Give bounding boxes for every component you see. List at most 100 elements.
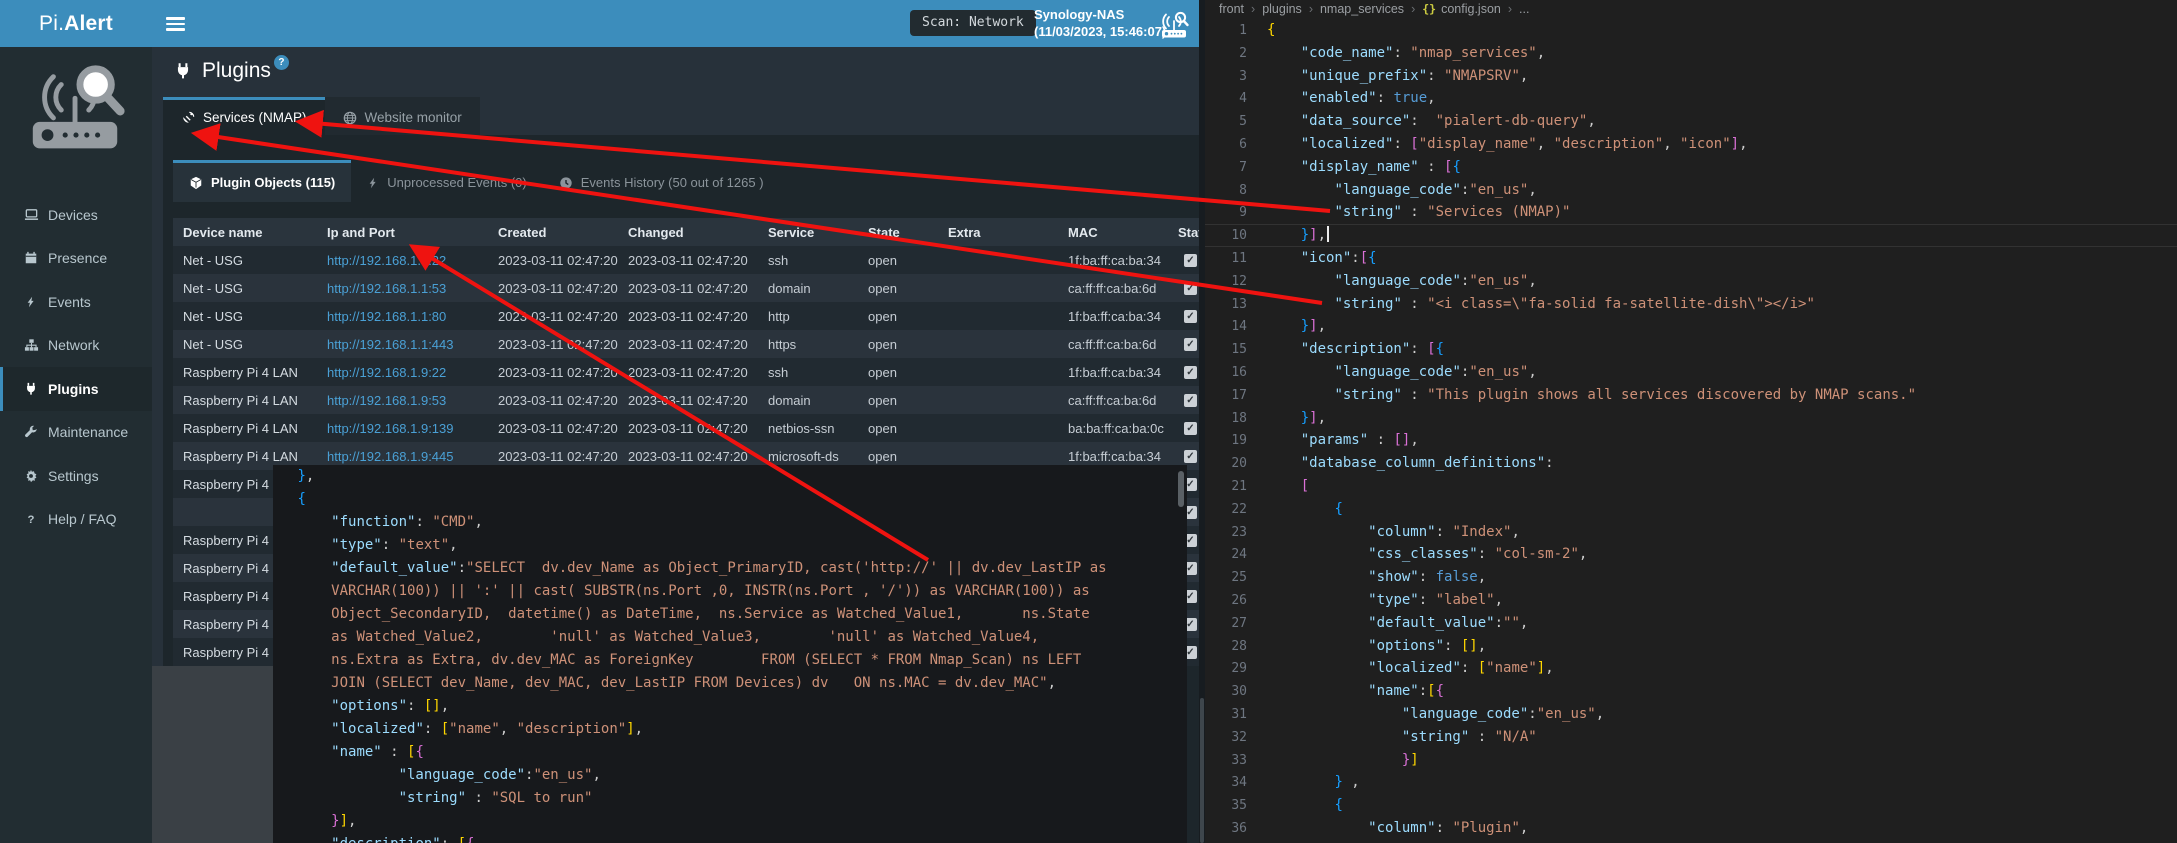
plug-icon — [174, 61, 192, 86]
code-line: 9 "string" : "Services (NMAP)" — [1205, 201, 2177, 224]
device-name-cell: Raspberry Pi 4 LAN — [173, 449, 317, 464]
sidebar-item-presence[interactable]: Presence — [0, 237, 152, 281]
hamburger-menu-icon[interactable] — [166, 17, 185, 31]
laptop-icon — [22, 207, 40, 222]
page-scrollbar-thumb[interactable] — [1200, 698, 1204, 843]
tab-plugin-objects-115[interactable]: Plugin Objects (115) — [173, 160, 351, 202]
code-line: 8 "language_code":"en_us", — [1205, 179, 2177, 202]
tab-events-history-50-out-of-1265[interactable]: Events History (50 out of 1265 ) — [543, 160, 780, 202]
code-line: 10 }], — [1205, 224, 2177, 247]
sidebar-item-events[interactable]: Events — [0, 280, 152, 324]
question-icon: ? — [22, 512, 40, 526]
ip-port-cell: http://192.168.1.1:443 — [317, 337, 488, 352]
top-bar: Pi.Alert Scan: Network Synology-NAS (11/… — [0, 0, 1199, 47]
code-line: 25 "show": false, — [1205, 566, 2177, 589]
sidebar-item-settings[interactable]: Settings — [0, 454, 152, 498]
status-checkbox[interactable]: ✓ — [1184, 282, 1197, 295]
column-header-service[interactable]: Service — [758, 225, 858, 240]
service-cell: netbios-ssn — [758, 421, 858, 436]
ip-port-link[interactable]: http://192.168.1.9:139 — [327, 421, 454, 436]
status-cell: ✓ — [1168, 394, 1199, 407]
created-cell: 2023-03-11 02:47:20 — [488, 449, 618, 464]
column-header-mac[interactable]: MAC — [1058, 225, 1168, 240]
line-number: 21 — [1205, 476, 1267, 499]
service-cell: https — [758, 337, 858, 352]
code-line: 24 "css_classes": "col-sm-2", — [1205, 543, 2177, 566]
plugin-object-tabs: Plugin Objects (115) Unprocessed Events (… — [173, 160, 780, 202]
bolt-icon — [22, 295, 40, 309]
sidebar-item-label: Network — [48, 337, 99, 353]
page-scrollbar[interactable] — [1199, 0, 1205, 843]
ip-port-link[interactable]: http://192.168.1.1:53 — [327, 281, 446, 296]
service-cell: microsoft-ds — [758, 449, 858, 464]
column-header-state[interactable]: State — [858, 225, 938, 240]
column-header-created[interactable]: Created — [488, 225, 618, 240]
tab-website-monitor[interactable]: Website monitor — [325, 97, 480, 135]
globe-icon — [343, 111, 357, 125]
code-line: 7 "display_name" : [{ — [1205, 156, 2177, 179]
ip-port-link[interactable]: http://192.168.1.9:53 — [327, 393, 446, 408]
clock-icon — [559, 176, 573, 190]
code-line: 34 } , — [1205, 771, 2177, 794]
breadcrumb-item-plugins[interactable]: plugins — [1262, 2, 1302, 16]
mac-cell: 1f:ba:ff:ca:ba:34 — [1058, 365, 1168, 380]
app-brand[interactable]: Pi.Alert — [0, 0, 152, 47]
help-badge[interactable]: ? — [274, 55, 289, 70]
breadcrumb-item-front[interactable]: front — [1219, 2, 1244, 16]
line-number: 6 — [1205, 134, 1267, 157]
tab-unprocessed-events-0[interactable]: Unprocessed Events (0) — [351, 160, 542, 202]
tab-label: Unprocessed Events (0) — [387, 175, 526, 190]
device-name-cell: Raspberry Pi 4 LAN — [173, 421, 317, 436]
code-line: 32 "string" : "N/A" — [1205, 726, 2177, 749]
sidebar-item-help-faq[interactable]: ?Help / FAQ — [0, 498, 152, 542]
breadcrumb-item-nmap-services[interactable]: nmap_services — [1320, 2, 1404, 16]
breadcrumb-item--[interactable]: ... — [1519, 2, 1529, 16]
status-checkbox[interactable]: ✓ — [1184, 450, 1197, 463]
code-line: "name" : [{ — [273, 741, 1187, 764]
column-header-status[interactable]: Status — [1168, 225, 1199, 240]
ip-port-link[interactable]: http://192.168.1.9:445 — [327, 449, 454, 464]
status-checkbox[interactable]: ✓ — [1184, 310, 1197, 323]
status-checkbox[interactable]: ✓ — [1184, 394, 1197, 407]
status-checkbox[interactable]: ✓ — [1184, 422, 1197, 435]
code-line: 19 "params" : [], — [1205, 429, 2177, 452]
ip-port-cell: http://192.168.1.9:53 — [317, 393, 488, 408]
popup-scrollbar-thumb[interactable] — [1178, 471, 1184, 507]
sidebar-item-devices[interactable]: Devices — [0, 193, 152, 237]
status-cell: ✓ — [1168, 310, 1199, 323]
column-header-changed[interactable]: Changed — [618, 225, 758, 240]
ip-port-cell: http://192.168.1.1:53 — [317, 281, 488, 296]
column-header-ip-and-port[interactable]: Ip and Port — [317, 225, 488, 240]
service-cell: ssh — [758, 365, 858, 380]
status-checkbox[interactable]: ✓ — [1184, 366, 1197, 379]
sidebar-item-maintenance[interactable]: Maintenance — [0, 411, 152, 455]
line-number: 33 — [1205, 750, 1267, 773]
code-line: 26 "type": "label", — [1205, 589, 2177, 612]
column-header-device-name[interactable]: Device name — [173, 225, 317, 240]
sidebar-item-network[interactable]: Network — [0, 324, 152, 368]
code-line: 13 "string" : "<i class=\"fa-solid fa-sa… — [1205, 293, 2177, 316]
code-line: 20 "database_column_definitions": — [1205, 452, 2177, 475]
line-number: 15 — [1205, 339, 1267, 362]
status-checkbox[interactable]: ✓ — [1184, 338, 1197, 351]
column-header-extra[interactable]: Extra — [938, 225, 1058, 240]
ip-port-link[interactable]: http://192.168.1.9:22 — [327, 365, 446, 380]
ip-port-link[interactable]: http://192.168.1.1:22 — [327, 253, 446, 268]
sidebar-item-plugins[interactable]: Plugins — [0, 367, 152, 411]
code-line: 5 "data_source": "pialert-db-query", — [1205, 110, 2177, 133]
ip-port-link[interactable]: http://192.168.1.1:443 — [327, 337, 454, 352]
device-name-cell: Net - USG — [173, 281, 317, 296]
tab-services-nmap[interactable]: Services (NMAP) — [163, 97, 325, 135]
code-line: 18 }], — [1205, 407, 2177, 430]
editor-lines: 1{2 "code_name": "nmap_services",3 "uniq… — [1205, 19, 2177, 840]
status-checkbox[interactable]: ✓ — [1184, 254, 1197, 267]
code-line: as Watched_Value2, 'null' as Watched_Val… — [273, 626, 1187, 649]
ip-port-cell: http://192.168.1.9:139 — [317, 421, 488, 436]
ip-port-link[interactable]: http://192.168.1.1:80 — [327, 309, 446, 324]
breadcrumb-item-config-json[interactable]: config.json — [1441, 2, 1501, 16]
state-cell: open — [858, 393, 938, 408]
changed-cell: 2023-03-11 02:47:20 — [618, 421, 758, 436]
table-row: Net - USGhttp://192.168.1.1:222023-03-11… — [173, 246, 1199, 274]
code-line: 31 "language_code":"en_us", — [1205, 703, 2177, 726]
page-title: Plugins ? — [174, 59, 289, 86]
